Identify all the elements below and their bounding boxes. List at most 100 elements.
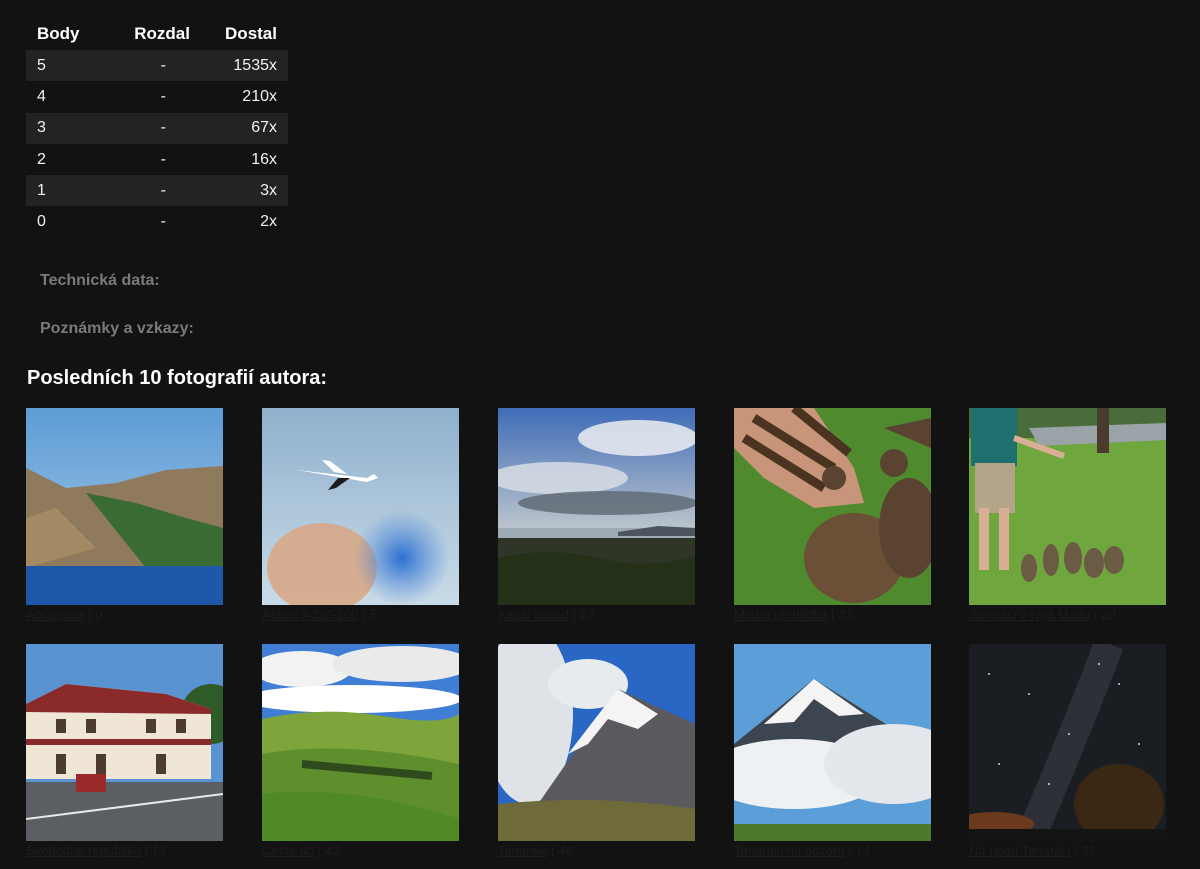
caption-separator: | [1070, 843, 1082, 858]
photo-score: 5 [368, 607, 376, 622]
photo-card: Cesta do | 42 [262, 644, 459, 860]
photo-card: Tanaraki na obzoru | 14 [734, 644, 931, 860]
green-hills-image [262, 644, 459, 841]
volcano-clouds-image [498, 644, 695, 841]
photo-thumbnail[interactable] [498, 644, 695, 841]
volcano-horizon-image [734, 644, 931, 841]
caption-separator: | [358, 607, 369, 622]
notes-label: Poznámky a vzkazy: [40, 320, 194, 337]
photo-caption: Airbus A320-200 | 5 [262, 606, 459, 624]
cell-dostal: 67x [190, 112, 288, 144]
hotel-building-image [26, 644, 223, 841]
photo-card: Kapiti Island | 27 [498, 408, 695, 624]
night-sky-image [969, 644, 1166, 841]
photo-score: 31 [1081, 843, 1096, 858]
cell-rozdal: - [112, 112, 190, 144]
photo-caption: Kapiti Island | 27 [498, 606, 695, 624]
ratings-header-row: Body Rozdal Dostal [26, 18, 288, 50]
photo-card: Aorapawa | 0 [26, 408, 223, 624]
table-row: 1 - 3x [26, 175, 288, 207]
caption-separator: | [1090, 607, 1101, 622]
ratings-table: Body Rozdal Dostal 5 - 1535x 4 - 210x 3 … [26, 18, 288, 238]
photo-thumbnail[interactable] [26, 408, 223, 605]
cell-dostal: 16x [251, 150, 277, 168]
table-row: 5 - 1535x [26, 50, 288, 82]
photo-caption: Tanaraki na obzoru | 14 [734, 842, 931, 860]
cell-body: 4 [37, 87, 46, 105]
cell-body: 5 [26, 50, 112, 82]
photo-score: 42 [324, 843, 340, 858]
cell-body: 2 [37, 150, 46, 168]
photo-score: 44 [557, 843, 573, 858]
cell-body: 1 [26, 175, 112, 207]
photo-thumbnail[interactable] [262, 408, 459, 605]
photo-score: 27 [579, 607, 594, 622]
cell-dostal: 2x [260, 213, 277, 231]
cell-rozdal: - [112, 175, 190, 207]
photo-card: Svobodná republika | 18 [26, 644, 223, 860]
header-rozdal: Rozdal [134, 24, 190, 43]
caption-separator: | [84, 607, 96, 622]
cell-dostal: 1535x [190, 50, 288, 82]
photo-caption: Módní přehlídka | 33 [734, 606, 931, 624]
table-row: 0 - 2x [26, 206, 288, 237]
photo-thumbnail[interactable] [26, 644, 223, 841]
photo-thumbnail[interactable] [498, 408, 695, 605]
table-row: 4 - 210x [26, 81, 288, 112]
photo-score: 0 [95, 607, 103, 622]
header-dostal: Dostal [225, 24, 277, 43]
cell-rozdal: - [112, 50, 190, 82]
person-feeding-ducks-image [969, 408, 1166, 605]
table-row: 2 - 16x [26, 144, 288, 175]
photo-thumbnail[interactable] [969, 408, 1166, 605]
photo-thumbnail[interactable] [734, 644, 931, 841]
photo-title-link[interactable]: Módní přehlídka [734, 607, 827, 622]
photo-title-link[interactable]: Na úpatí Tanaraki [969, 843, 1071, 858]
cell-dostal: 210x [242, 87, 277, 105]
technical-data-label: Technická data: [40, 272, 160, 289]
photo-title-link[interactable]: Tanaraki [498, 843, 547, 858]
photo-title-link[interactable]: Airbus A320-200 [262, 607, 358, 622]
photo-score: 18 [151, 843, 166, 858]
cell-rozdal: - [160, 213, 166, 231]
cell-body: 3 [26, 112, 112, 144]
cell-rozdal: - [160, 87, 166, 105]
photo-caption: Cesta do | 42 [262, 842, 459, 860]
cell-body: 0 [37, 213, 46, 231]
photo-card: Airbus A320-200 | 5 [262, 408, 459, 624]
photo-score: 33 [837, 607, 853, 622]
photo-caption: Tanaraki | 44 [498, 842, 695, 860]
coastline-hills-image [26, 408, 223, 605]
cell-rozdal: - [160, 150, 166, 168]
gallery-title: Posledních 10 fotografií autora: [27, 367, 328, 389]
airplane-image [262, 408, 459, 605]
cell-dostal: 3x [190, 175, 288, 207]
photo-card: Tanaraki | 44 [498, 644, 695, 860]
photo-title-link[interactable]: Aorapawa [26, 607, 85, 622]
photo-caption: Svobodná republika | 18 [26, 842, 223, 860]
caption-separator: | [827, 607, 838, 622]
photo-thumbnail[interactable] [734, 408, 931, 605]
photo-score: 14 [855, 843, 870, 858]
caption-separator: | [844, 843, 856, 858]
photo-card: Somraci v Nga Manu | 20 [969, 408, 1166, 624]
caption-separator: | [314, 843, 325, 858]
island-sky-image [498, 408, 695, 605]
table-row: 3 - 67x [26, 112, 288, 144]
photo-title-link[interactable]: Somraci v Nga Manu [969, 607, 1090, 622]
photo-title-link[interactable]: Cesta do [262, 843, 314, 858]
photo-caption: Na úpatí Tanaraki | 31 [969, 842, 1166, 860]
photo-title-link[interactable]: Tanaraki na obzoru [734, 843, 845, 858]
photo-thumbnail[interactable] [969, 644, 1166, 841]
photo-caption: Aorapawa | 0 [26, 606, 223, 624]
caption-separator: | [568, 607, 580, 622]
caption-separator: | [140, 843, 152, 858]
photo-card: Módní přehlídka | 33 [734, 408, 931, 624]
photo-title-link[interactable]: Kapiti Island [498, 607, 569, 622]
photo-title-link[interactable]: Svobodná republika [26, 843, 141, 858]
photo-card: Na úpatí Tanaraki | 31 [969, 644, 1166, 860]
ducks-feet-image [734, 408, 931, 605]
photo-score: 20 [1101, 607, 1116, 622]
photo-caption: Somraci v Nga Manu | 20 [969, 606, 1166, 624]
photo-thumbnail[interactable] [262, 644, 459, 841]
